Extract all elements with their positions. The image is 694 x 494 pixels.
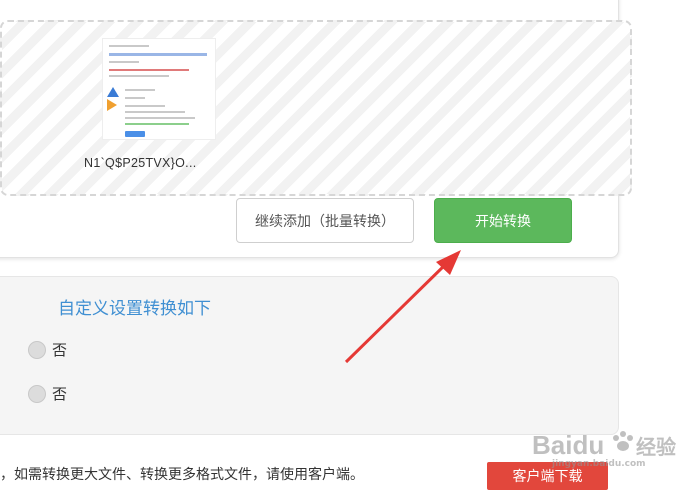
client-notice-text: ，如需转换更大文件、转换更多格式文件，请使用客户端。 [0, 467, 364, 483]
option-row-2[interactable]: 否 [28, 383, 67, 404]
continue-add-button[interactable]: 继续添加（批量转换） [236, 198, 414, 243]
svg-text:Baidu: Baidu [532, 430, 604, 460]
file-name-label: N1`Q$P25TVX}O... [84, 156, 197, 170]
settings-title: 自定义设置转换如下 [58, 299, 211, 319]
radio-button[interactable] [28, 340, 46, 359]
option-row-1[interactable]: 否 [28, 339, 67, 360]
radio-button[interactable] [28, 384, 46, 403]
radio-label: 否 [52, 341, 68, 359]
file-thumbnail[interactable] [102, 38, 216, 140]
start-convert-button[interactable]: 开始转换 [434, 198, 572, 243]
radio-label: 否 [52, 385, 68, 403]
baidu-jingyan-watermark: Baidu 经验 jingyan.baidu.com [532, 424, 692, 469]
svg-text:经验: 经验 [636, 435, 676, 459]
svg-text:jingyan.baidu.com: jingyan.baidu.com [551, 459, 646, 468]
